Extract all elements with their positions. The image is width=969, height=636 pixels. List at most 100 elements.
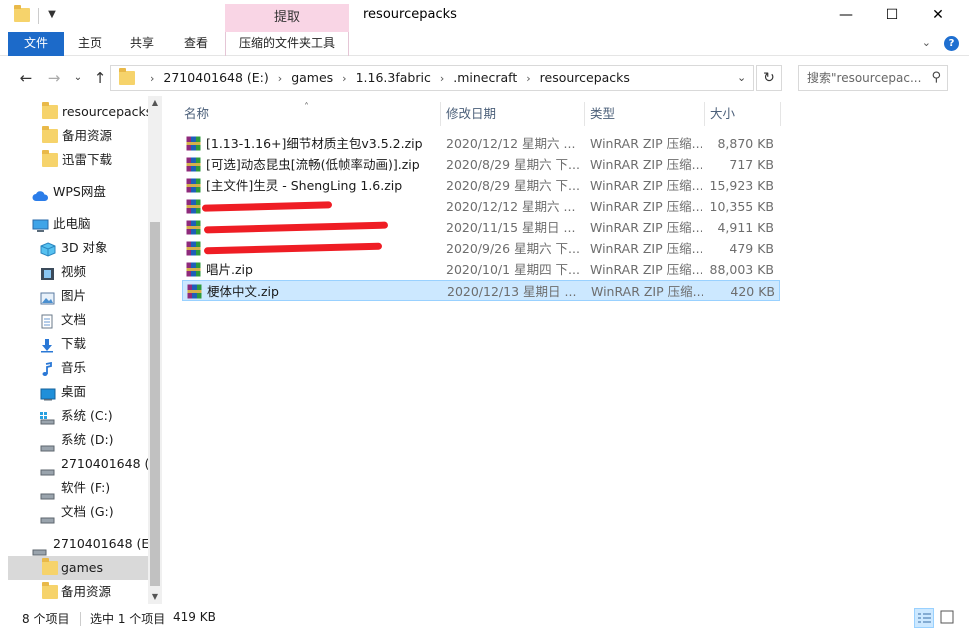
refresh-button[interactable]: ↻: [756, 65, 782, 91]
chevron-right-icon[interactable]: ›: [278, 67, 282, 91]
address-bar[interactable]: › 2710401648 (E:) › games › 1.16.3fabric › .min…: [110, 65, 754, 91]
scroll-down-icon[interactable]: ▼: [148, 590, 162, 604]
file-row[interactable]: [主文件]生灵 - ShengLing 1.6.zip 2020/8/29 星期六…: [182, 175, 780, 196]
nav-item-games[interactable]: games: [8, 556, 148, 580]
chevron-right-icon[interactable]: ›: [342, 67, 346, 91]
nav-item-downloads[interactable]: 下载: [0, 332, 148, 356]
column-divider[interactable]: [780, 102, 781, 126]
document-icon: [40, 313, 56, 329]
nav-item-wps-cloud[interactable]: WPS网盘: [0, 180, 148, 204]
folder-icon: [42, 102, 58, 119]
tab-view[interactable]: 查看: [178, 32, 214, 56]
column-header-label: 修改日期: [446, 106, 497, 121]
chevron-right-icon[interactable]: ›: [440, 67, 444, 91]
large-icons-view-button[interactable]: [938, 608, 958, 628]
breadcrumb-item[interactable]: games: [291, 66, 333, 90]
nav-item-drive-f[interactable]: 软件 (F:): [0, 476, 148, 500]
breadcrumb: › 2710401648 (E:) › games › 1.16.3fabric › .min…: [141, 66, 630, 90]
nav-item-drive-e[interactable]: 2710401648 (E: [0, 452, 157, 476]
folder-icon: [42, 126, 58, 143]
chevron-down-icon[interactable]: ⌄: [737, 71, 746, 84]
back-button[interactable]: ←: [16, 68, 36, 88]
search-icon[interactable]: ⚲: [931, 70, 941, 85]
file-row[interactable]: [1.13-1.16+]细节材质主包v3.5.2.zip 2020/12/12 星…: [182, 133, 780, 154]
expand-ribbon-icon[interactable]: ⌄: [922, 36, 931, 49]
nav-scrollbar[interactable]: ▲ ▼: [148, 96, 162, 604]
tab-share[interactable]: 共享: [124, 32, 160, 56]
nav-item-resourcepacks[interactable]: resourcepacks: [0, 100, 152, 124]
column-header-label: 大小: [710, 106, 736, 121]
sort-ascending-icon: ˄: [304, 102, 309, 113]
quick-access-dropdown-icon[interactable]: ▼: [46, 9, 58, 21]
nav-item-drive-d[interactable]: 系统 (D:): [0, 428, 148, 452]
nav-item-drive-e-root[interactable]: 2710401648 (E:): [0, 532, 158, 556]
folder-icon: [42, 558, 58, 575]
details-view-button[interactable]: [914, 608, 934, 628]
nav-item-videos[interactable]: 视频: [0, 260, 148, 284]
nav-item-this-pc[interactable]: 此电脑: [0, 212, 148, 236]
search-box[interactable]: ⚲: [798, 65, 948, 91]
file-row[interactable]: 2020/12/12 星期六 ... WinRAR ZIP 压缩... 10,355…: [182, 196, 780, 217]
nav-item-label: 系统 (C:): [61, 408, 113, 423]
chevron-right-icon[interactable]: ›: [526, 67, 530, 91]
help-icon[interactable]: ?: [944, 36, 959, 51]
tab-file[interactable]: 文件: [8, 32, 64, 56]
nav-item-drive-g[interactable]: 文档 (G:): [0, 500, 148, 524]
nav-item-3d-objects[interactable]: 3D 对象: [0, 236, 148, 260]
file-type: WinRAR ZIP 压缩...: [590, 262, 702, 277]
nav-item-backup-resources[interactable]: 备用资源: [0, 124, 148, 148]
breadcrumb-item[interactable]: resourcepacks: [540, 66, 630, 90]
file-row[interactable]: 2020/11/15 星期日 ... WinRAR ZIP 压缩... 4,911 …: [182, 217, 780, 238]
picture-icon: [40, 289, 56, 305]
column-header-label: 类型: [590, 106, 616, 121]
close-button[interactable]: ✕: [915, 0, 961, 32]
nav-item-label: 图片: [61, 288, 87, 303]
tab-compressed-folder-tools[interactable]: 压缩的文件夹工具: [225, 32, 349, 56]
file-size: 717 KB: [729, 157, 774, 172]
file-size: 4,911 KB: [717, 220, 774, 235]
drive-icon: [40, 484, 56, 500]
recent-locations-icon[interactable]: ⌄: [68, 68, 88, 88]
drive-icon: [40, 508, 56, 524]
column-header-date[interactable]: 修改日期: [440, 100, 584, 128]
folder-icon: [42, 582, 58, 599]
nav-item-thunder-downloads[interactable]: 迅雷下载: [0, 148, 148, 172]
context-tab-extract[interactable]: 提取: [225, 4, 349, 32]
search-input[interactable]: [807, 70, 925, 86]
winrar-archive-icon: [186, 241, 201, 256]
nav-item-backup-resources-2[interactable]: 备用资源: [0, 580, 148, 604]
nav-item-documents[interactable]: 文档: [0, 308, 148, 332]
file-row[interactable]: [可选]动态昆虫[流畅(低帧率动画)].zip 2020/8/29 星期六 下..…: [182, 154, 780, 175]
nav-item-music[interactable]: 音乐: [0, 356, 148, 380]
item-count: 8 个项目: [22, 612, 70, 626]
nav-item-pictures[interactable]: 图片: [0, 284, 148, 308]
breadcrumb-item[interactable]: 1.16.3fabric: [356, 66, 431, 90]
up-button[interactable]: ↑: [90, 68, 110, 88]
file-size: 8,870 KB: [717, 136, 774, 151]
divider: [38, 8, 39, 24]
column-header-size[interactable]: 大小: [704, 100, 780, 128]
file-name: [1.13-1.16+]细节材质主包v3.5.2.zip: [206, 136, 423, 151]
cloud-icon: [32, 186, 49, 201]
winrar-archive-icon: [186, 136, 201, 151]
scroll-up-icon[interactable]: ▲: [148, 96, 162, 110]
forward-button[interactable]: →: [44, 68, 64, 88]
folder-icon: [14, 5, 30, 22]
file-date: 2020/8/29 星期六 下...: [446, 178, 580, 193]
nav-item-desktop[interactable]: 桌面: [0, 380, 148, 404]
breadcrumb-item[interactable]: 2710401648 (E:): [163, 66, 268, 90]
column-header-type[interactable]: 类型: [584, 100, 704, 128]
column-header-name[interactable]: 名称 ˄: [178, 100, 440, 128]
chevron-right-icon[interactable]: ›: [150, 67, 154, 91]
minimize-button[interactable]: —: [823, 0, 869, 32]
nav-item-drive-c[interactable]: 系统 (C:): [0, 404, 148, 428]
tab-home[interactable]: 主页: [72, 32, 108, 56]
file-row[interactable]: 2020/9/26 星期六 下... WinRAR ZIP 压缩... 479 KB: [182, 238, 780, 259]
file-date: 2020/10/1 星期四 下...: [446, 262, 580, 277]
file-row[interactable]: 梗体中文.zip 2020/12/13 星期日 ... WinRAR ZIP 压缩.…: [182, 280, 780, 301]
maximize-button[interactable]: ☐: [869, 0, 915, 32]
scrollbar-thumb[interactable]: [150, 222, 160, 586]
breadcrumb-item[interactable]: .minecraft: [453, 66, 517, 90]
file-list: 名称 ˄ 修改日期 类型 大小 [1.13-1.16+]细节材质主包v3.5.2…: [178, 100, 968, 600]
file-row[interactable]: 唱片.zip 2020/10/1 星期四 下... WinRAR ZIP 压缩...…: [182, 259, 780, 280]
